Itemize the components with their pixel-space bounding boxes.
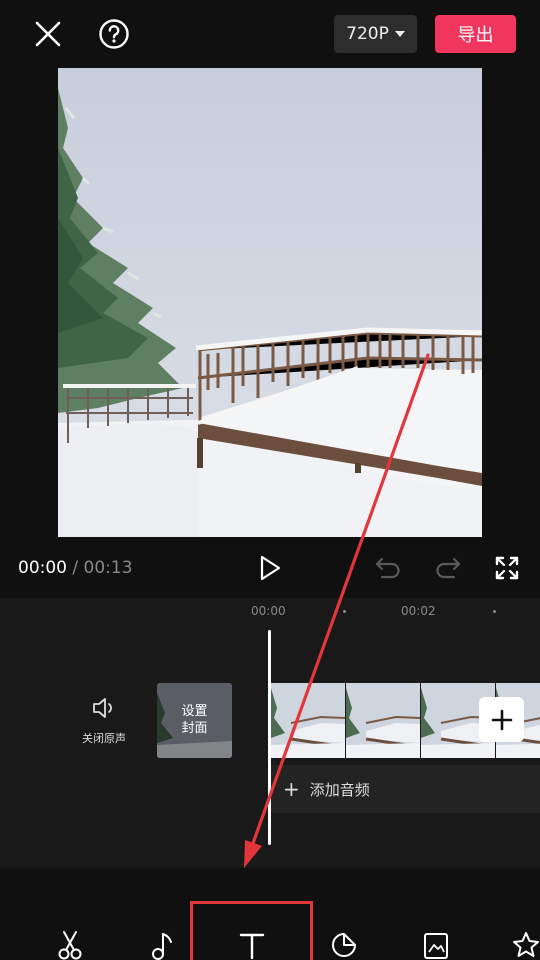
sticker-icon (332, 933, 356, 957)
plus-icon: + (283, 777, 300, 801)
sticker-tool-button[interactable] (324, 930, 364, 960)
effects-tool-button[interactable] (506, 930, 540, 960)
play-icon (260, 555, 281, 581)
fullscreen-button[interactable] (490, 551, 524, 585)
preview-image (58, 68, 482, 537)
audio-tool-button[interactable] (142, 930, 182, 960)
redo-button[interactable] (432, 552, 464, 584)
total-time: 00:13 (83, 558, 133, 578)
time-separator: / (72, 558, 79, 578)
add-audio-label: 添加音频 (309, 780, 370, 799)
set-cover-button[interactable]: 设置 封面 (157, 683, 232, 758)
play-button[interactable] (254, 552, 286, 584)
add-audio-button[interactable]: + 添加音频 (271, 765, 540, 813)
add-clip-button[interactable] (479, 697, 524, 742)
resolution-dropdown[interactable]: 720P (334, 15, 417, 53)
plus-icon (491, 709, 512, 730)
ruler-dot (493, 610, 496, 613)
cover-label-line: 封面 (181, 721, 208, 736)
text-tool-highlight-box (190, 901, 313, 960)
fullscreen-icon (495, 556, 519, 580)
image-tool-button[interactable] (416, 930, 456, 960)
help-button[interactable] (94, 14, 134, 54)
close-button[interactable] (28, 14, 68, 54)
caret-down-icon (394, 31, 405, 37)
mute-label: 关闭原声 (82, 732, 126, 745)
ruler-tick-label: 00:02 (401, 604, 436, 618)
undo-button[interactable] (372, 552, 404, 584)
close-icon (35, 21, 61, 47)
ruler-dot (343, 610, 346, 613)
music-icon (152, 933, 172, 960)
scissors-icon (58, 931, 82, 960)
help-icon (99, 19, 129, 49)
current-time: 00:00 (18, 558, 67, 578)
time-display: 00:00 / 00:13 (18, 558, 133, 578)
undo-icon (375, 557, 400, 579)
video-preview[interactable] (58, 68, 482, 537)
ruler-tick-label: 00:00 (251, 604, 286, 618)
cover-label: 设置 封面 (157, 703, 232, 737)
cover-label-line: 设置 (181, 704, 208, 719)
playhead[interactable] (268, 630, 271, 845)
clip-frame (346, 683, 420, 758)
effects-icon (513, 932, 539, 957)
image-icon (424, 933, 448, 959)
redo-icon (436, 557, 461, 579)
resolution-label: 720P (346, 24, 389, 44)
mute-original-audio-button[interactable]: 关闭原声 (74, 696, 134, 752)
clip-frame (271, 683, 345, 758)
speaker-icon (93, 698, 112, 718)
cut-tool-button[interactable] (50, 930, 90, 960)
export-button[interactable]: 导出 (435, 15, 516, 53)
